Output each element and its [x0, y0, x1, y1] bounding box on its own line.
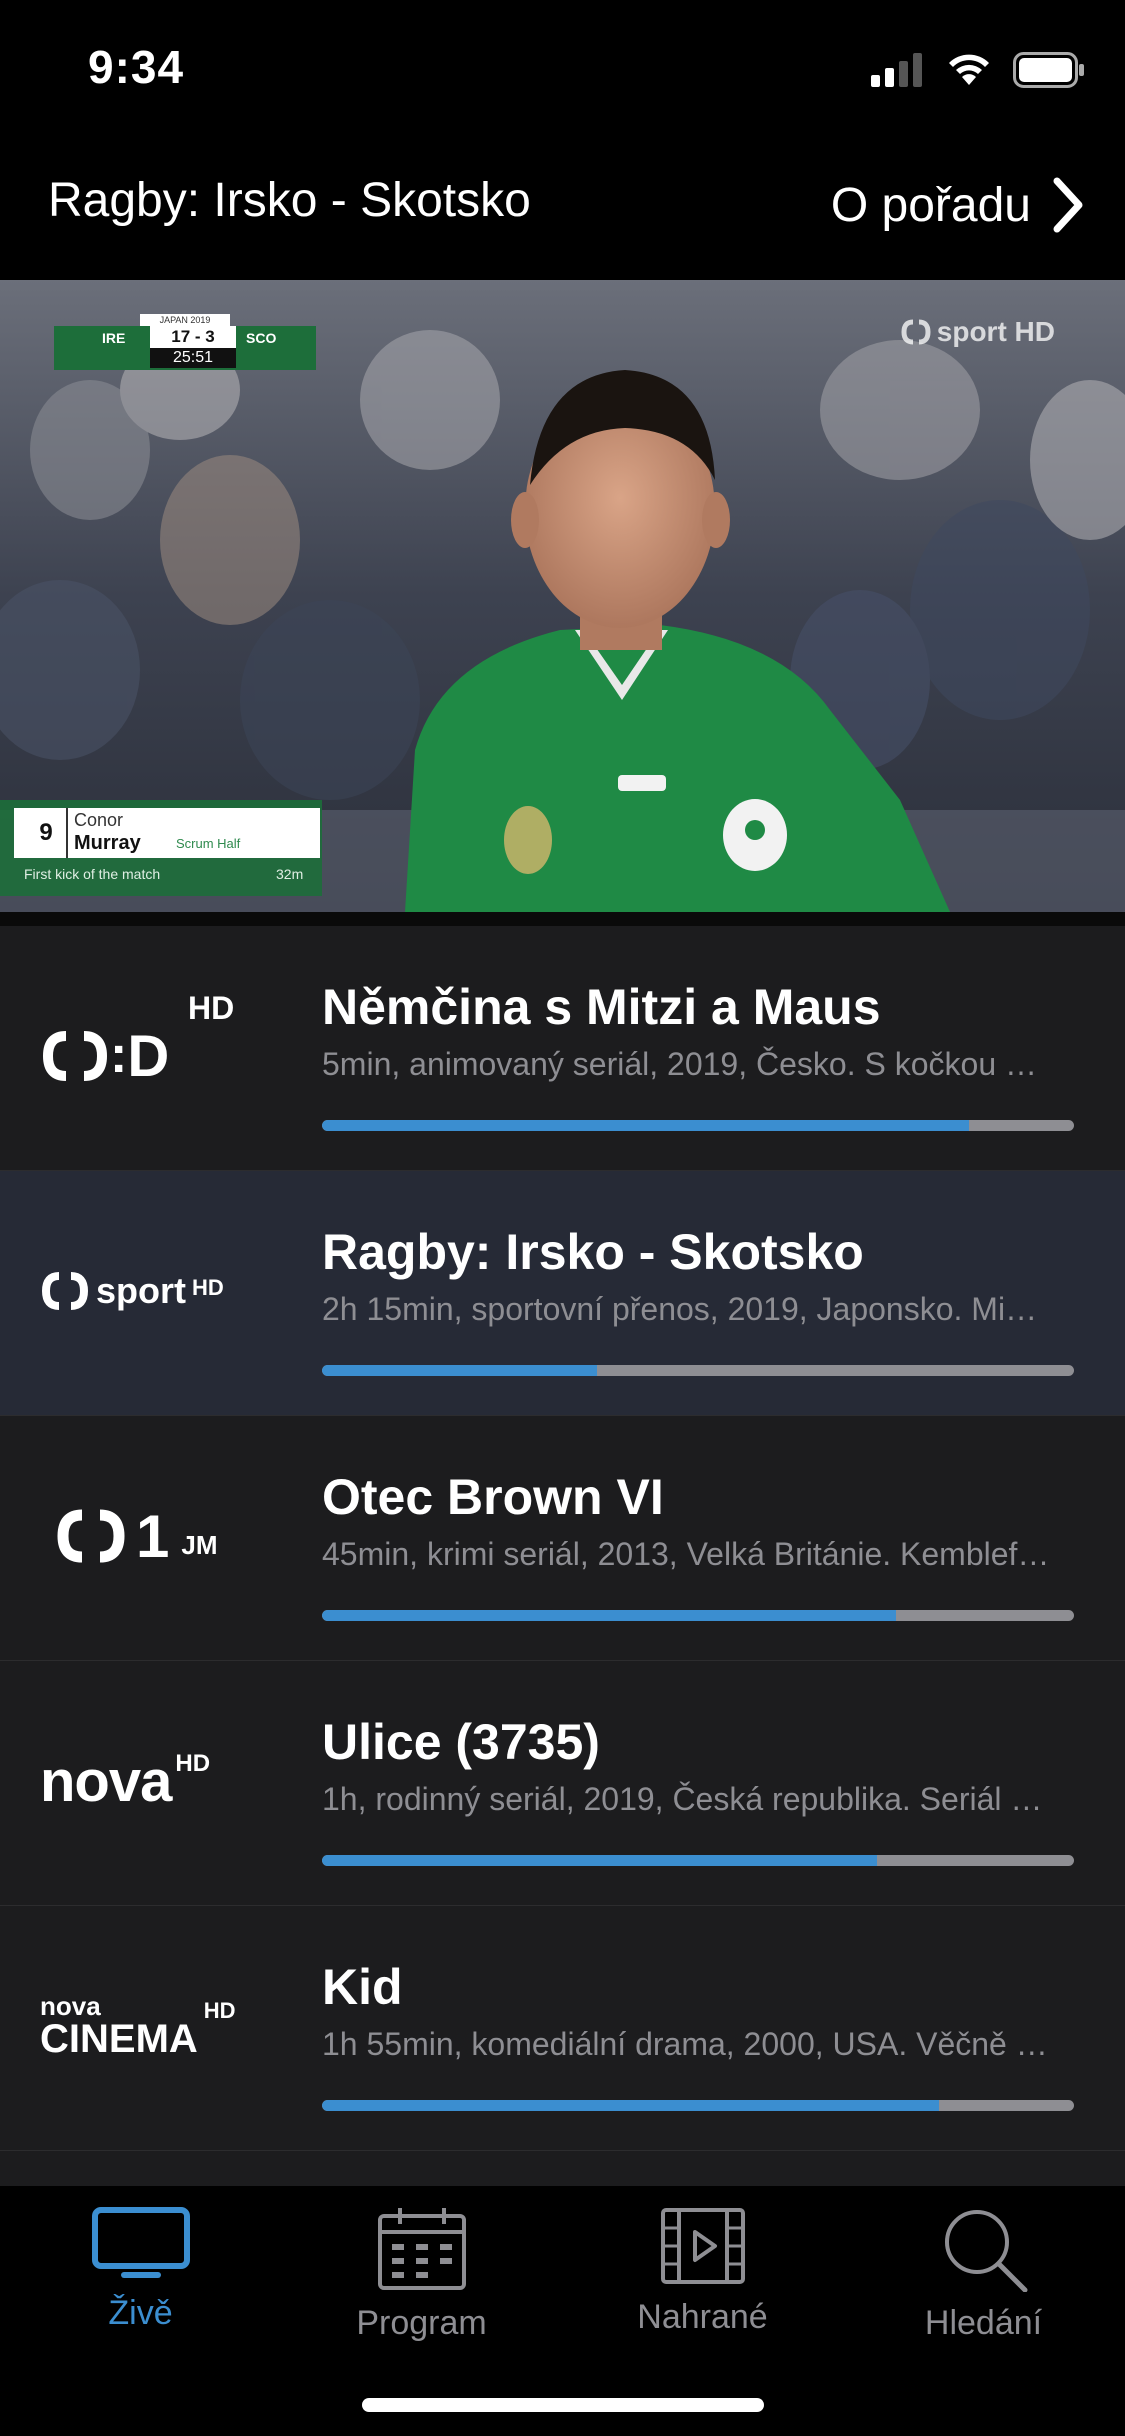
tv-icon: [91, 2207, 190, 2278]
program-meta: 1h 55min, komediální drama, 2000, USA. V…: [322, 2026, 1050, 2062]
ct-logo-icon: [42, 1031, 108, 1081]
program-meta: 45min, krimi seriál, 2013, Velká Británi…: [322, 1536, 1050, 1572]
tab-label: Hledání: [924, 2304, 1043, 2342]
channel-logo-label-top: nova: [40, 1991, 101, 2021]
program-title: Němčina s Mitzi a Maus: [322, 979, 881, 1035]
channel-logo-letter: D: [127, 1023, 170, 1089]
channel-logo: : D HD: [40, 976, 260, 1116]
status-time: 9:34: [88, 41, 185, 93]
score-banner-clock: 25:51: [150, 348, 236, 368]
program-progress-bar: [322, 1365, 1074, 1376]
channel-list: : D HD Němčina s Mitzi a Maus 5min, anim…: [0, 926, 1125, 2186]
tab-label: Program: [356, 2304, 487, 2342]
tab-search[interactable]: Hledání: [843, 2206, 1124, 2356]
tab-program[interactable]: Program: [281, 2206, 562, 2356]
about-program-label: O pořadu: [830, 178, 1031, 232]
score-banner-tournament: JAPAN 2019: [140, 314, 230, 326]
score-banner: JAPAN 2019 IRE 17 - 3 SCO 25:51: [54, 314, 316, 370]
tab-recorded[interactable]: Nahrané: [562, 2206, 843, 2356]
calendar-icon: [377, 2208, 466, 2290]
ct-logo-icon: [57, 1509, 125, 1563]
tab-label: Živě: [108, 2294, 173, 2332]
channel-logo-badge: HD: [188, 990, 235, 1026]
channel-row-active[interactable]: sport HD Ragby: Irsko - Skotsko 2h 15min…: [0, 1171, 1125, 1416]
page-title: Ragby: Irsko - Skotsko: [48, 174, 531, 227]
program-progress-fill: [322, 1855, 877, 1866]
player-position: Scrum Half: [176, 836, 241, 851]
film-icon: [660, 2208, 745, 2284]
channel-logo-badge: HD: [192, 1275, 224, 1300]
status-bar: 9:34: [0, 0, 1125, 135]
channel-logo: sport HD: [40, 1221, 260, 1361]
program-progress-bar: [322, 1610, 1074, 1621]
channel-logo-badge: HD: [203, 1998, 236, 2023]
channel-row[interactable]: : D HD Němčina s Mitzi a Maus 5min, anim…: [0, 926, 1125, 1171]
channel-row[interactable]: nova CINEMA HD Kid 1h 55min, komediální …: [0, 1906, 1125, 2151]
program-progress-bar: [322, 1120, 1074, 1131]
program-meta: 2h 15min, sportovní přenos, 2019, Japons…: [322, 1291, 1050, 1327]
player-first-name: Conor: [74, 810, 124, 830]
program-progress-bar: [322, 1855, 1074, 1866]
program-progress-fill: [322, 2100, 939, 2111]
player-number: 9: [26, 808, 68, 858]
channel-logo-label: CINEMA: [40, 2017, 198, 2061]
channel-row[interactable]: 1 JM Otec Brown VI 45min, krimi seriál, …: [0, 1416, 1125, 1661]
player-lower-third: 9 Conor Murray Scrum Half First kick of …: [0, 800, 322, 896]
channel-logo-label: nova: [40, 1748, 172, 1814]
chevron-right-icon: [1053, 177, 1083, 233]
navigation-header: Ragby: Irsko - Skotsko O pořadu: [0, 135, 1125, 280]
wifi-icon: [949, 54, 989, 85]
channel-logo-label: sport: [96, 1270, 186, 1311]
battery-icon: [1013, 52, 1084, 88]
cellular-signal-icon: [871, 53, 922, 87]
ct-logo-icon: [41, 1272, 89, 1310]
channel-logo-label: 1: [136, 1502, 170, 1570]
tab-label: Nahrané: [637, 2298, 768, 2336]
channel-logo: nova HD: [40, 1711, 260, 1851]
score-banner-away-team: SCO: [246, 330, 277, 346]
program-progress-fill: [322, 1120, 969, 1131]
search-icon: [944, 2210, 1027, 2292]
player-divider: [0, 912, 1125, 926]
channel-row[interactable]: nova HD Ulice (3735) 1h, rodinný seriál,…: [0, 1661, 1125, 1906]
ct-logo-icon: [901, 319, 931, 345]
channel-watermark-label: sport HD: [936, 316, 1055, 347]
program-title: Otec Brown VI: [322, 1469, 664, 1525]
program-progress-fill: [322, 1610, 896, 1621]
about-program-link[interactable]: O pořadu: [831, 165, 1085, 245]
home-indicator[interactable]: [362, 2398, 764, 2412]
player-last-name: Murray: [74, 832, 141, 854]
channel-watermark: sport HD: [901, 316, 1055, 348]
program-title: Ragby: Irsko - Skotsko: [322, 1224, 864, 1280]
program-progress-bar: [322, 2100, 1074, 2111]
score-banner-score: 17 - 3: [150, 326, 236, 348]
program-title: Kid: [322, 1959, 403, 2015]
channel-logo: nova CINEMA HD: [40, 1956, 260, 2096]
status-icons: [871, 48, 1085, 92]
tab-live[interactable]: Živě: [0, 2206, 281, 2356]
program-title: Ulice (3735): [322, 1714, 600, 1770]
program-meta: 5min, animovaný seriál, 2019, Česko. S k…: [322, 1046, 1050, 1082]
channel-logo-badge: HD: [175, 1750, 211, 1777]
video-player[interactable]: JAPAN 2019 IRE 17 - 3 SCO 25:51 sport HD…: [0, 280, 1125, 912]
score-banner-home-team: IRE: [102, 330, 126, 346]
channel-logo-badge: JM: [181, 1529, 218, 1560]
program-progress-fill: [322, 1365, 598, 1376]
program-meta: 1h, rodinný seriál, 2019, Česká republik…: [322, 1781, 1050, 1817]
lower-third-caption: First kick of the match: [24, 866, 161, 882]
lower-third-minute: 32m: [276, 866, 304, 882]
channel-logo: 1 JM: [40, 1466, 260, 1606]
